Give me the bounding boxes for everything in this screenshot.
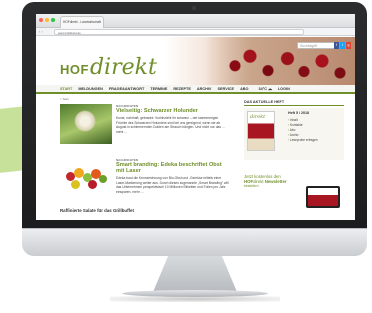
facebook-icon[interactable]: f [334,42,339,49]
article-headline[interactable]: Vielseitig: Schwarzer Holunder [116,108,230,114]
browser-tab-bar: HOFdirekt - Landwirtschaft [36,14,355,28]
menu-item-abo[interactable]: ABO [240,87,248,91]
cover-logo: direkt [250,114,266,120]
maximize-window-icon[interactable] [51,18,55,22]
article-headline-salads[interactable]: Raffinierte Salate für das Grillbuffet [60,208,134,213]
main-menu: START MELDUNGEN FRAGE&ANTWORT TERMINE RE… [36,85,355,94]
fruit-thumbnail[interactable] [60,158,112,198]
search-input[interactable]: Suchbegriff [297,42,337,49]
login-link[interactable]: LOGIN [278,87,290,91]
logo-direkt: direkt [89,55,157,80]
weather-temp: 34°C [258,87,267,91]
sidebar-title: DAS AKTUELLE HEFT [244,100,344,106]
issue-links: Inhalt Kontakte Abo Archiv Leseprobe erf… [288,118,318,143]
minimize-window-icon[interactable] [45,18,49,22]
cloud-icon: ☁ [268,87,272,91]
menu-item-archiv[interactable]: ARCHIV [197,87,212,91]
elderflower-thumbnail[interactable] [60,104,112,144]
newsletter-word: Newsletter [264,179,287,185]
issue-link[interactable]: Leseprobe erfragen [288,138,318,143]
fruit-shape [88,180,97,189]
close-window-icon[interactable] [39,18,43,22]
google-icon[interactable]: g [346,42,351,49]
article-teaser[interactable]: NACHRICHTEN Smart branding: Edeka beschr… [60,158,230,204]
menu-item-service[interactable]: SERVICE [217,87,234,91]
window-controls [39,18,55,22]
address-bar[interactable]: www.hofdirekt.de [54,29,304,35]
menu-item-start[interactable]: START [60,87,72,91]
monitor-chin [22,228,367,256]
menu-item-meldungen[interactable]: MELDUNGEN [78,87,102,91]
menu-item-termine[interactable]: TERMINE [150,87,167,91]
address-bar-row: ‹ › www.hofdirekt.de [36,28,355,36]
current-issue-box: direkt Heft 5 / 2018 Inhalt Kontakte Abo… [244,108,344,160]
website: HOF direkt Suchbegriff f t g START MELDU… [36,37,355,220]
site-header: HOF direkt Suchbegriff f t g [36,37,355,85]
twitter-icon[interactable]: t [340,42,345,49]
sidebar: DAS AKTUELLE HEFT direkt Heft 5 / 2018 I… [244,100,344,208]
back-forward-icon[interactable]: ‹ › [39,29,43,34]
social-links: f t g [334,42,351,49]
menu-item-rezepte[interactable]: REZEPTE [173,87,191,91]
weather-widget[interactable]: 34°C ☁ [259,86,272,91]
article-headline[interactable]: Smart branding: Edeka beschriftet Obst m… [116,162,230,175]
fruit-shape [71,180,80,189]
magazine-cover[interactable]: direkt [247,111,275,151]
browser-tab[interactable]: HOFdirekt - Landwirtschaft [60,16,104,28]
article-teaser-text: Kunst, nahrhaft, gebrannt: Vorhinzieht i… [116,116,225,134]
fruit-shape [99,175,107,183]
article-teaser-text: Edeka baut die Kennzeichnung von Bio-Obs… [116,176,229,194]
breadcrumb[interactable]: > Start [60,97,69,101]
article-teaser[interactable]: NACHRICHTEN Vielseitig: Schwarzer Holund… [60,104,230,150]
camera-icon [192,6,196,10]
tablet-screen [308,188,338,206]
browser-screen: HOFdirekt - Landwirtschaft ‹ › www.hofdi… [36,14,355,220]
tablet-image [306,186,340,208]
logo-hof: HOF [60,62,89,77]
site-logo[interactable]: HOF direkt [60,55,157,80]
issue-label: Heft 5 / 2018 [288,111,309,115]
stage: HOFdirekt - Landwirtschaft ‹ › www.hofdi… [0,0,372,313]
menu-item-frage-antwort[interactable]: FRAGE&ANTWORT [109,87,144,91]
monitor-stand [153,256,237,292]
monitor-foot [122,290,268,297]
